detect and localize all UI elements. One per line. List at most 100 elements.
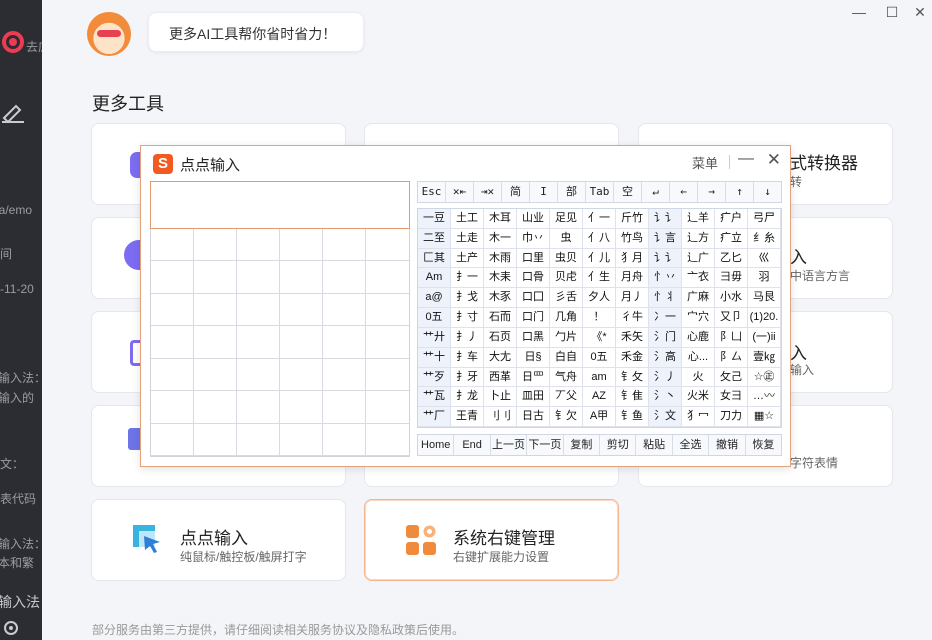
ai-promo-bubble[interactable]: 更多AI工具帮你省时省力！ (148, 12, 364, 52)
symbol-key[interactable]: 扌寸 (451, 308, 484, 328)
symbol-key[interactable]: (一)ii (748, 327, 781, 348)
symbol-key[interactable]: 虫 (550, 228, 583, 249)
symbol-key[interactable]: 钅欠 (550, 407, 583, 427)
symbol-key[interactable]: (1)20. (748, 308, 781, 328)
symbol-key[interactable]: 虫贝 (550, 248, 583, 269)
symbol-key[interactable]: 巾丷 (517, 228, 550, 249)
symbol-key[interactable]: 二至 (418, 228, 451, 249)
handwriting-grid[interactable] (150, 229, 410, 457)
composition-box[interactable] (150, 181, 410, 229)
symbol-key[interactable]: 氵门 (649, 327, 682, 348)
symbol-key[interactable]: 0五 (418, 308, 451, 328)
symbol-key[interactable]: 钅攵 (616, 367, 649, 388)
symbol-key[interactable]: 辶方 (682, 228, 715, 249)
symbol-key[interactable]: 斤竹 (616, 209, 649, 229)
symbol-key[interactable]: 忄丷 (649, 268, 682, 289)
symbol-key[interactable]: 阝厶 (715, 347, 748, 368)
symbol-key[interactable]: 彡舌 (550, 288, 583, 309)
function-key[interactable]: 部 (558, 182, 586, 202)
symbol-key[interactable]: 扌丿 (451, 327, 484, 348)
symbol-key[interactable]: 扌一 (451, 268, 484, 289)
symbol-key[interactable]: a@ (418, 288, 451, 309)
symbol-key[interactable]: 犭月 (616, 248, 649, 269)
app-logo-icon[interactable] (2, 31, 24, 53)
symbol-key[interactable]: 艹廾 (418, 327, 451, 348)
function-key[interactable]: → (698, 182, 726, 202)
function-key[interactable]: ← (670, 182, 698, 202)
symbol-key[interactable]: 丆父 (550, 387, 583, 408)
symbol-key[interactable]: 讠讠 (649, 209, 682, 229)
symbol-key[interactable]: 刀力 (715, 407, 748, 427)
symbol-key[interactable]: 钅隹 (616, 387, 649, 408)
tool-card-dot-input[interactable]: 点点输入 纯鼠标/触控板/触屏打字 (91, 499, 346, 581)
symbol-key[interactable]: 王青 (451, 407, 484, 427)
symbol-key[interactable]: 贝虍 (550, 268, 583, 289)
symbol-key[interactable]: 日§ (517, 347, 550, 368)
edit-command-button[interactable]: End (454, 435, 491, 455)
symbol-key[interactable]: 《* (583, 327, 616, 348)
symbol-key[interactable]: 木耳 (484, 209, 517, 229)
symbol-key[interactable]: 扌戈 (451, 288, 484, 309)
symbol-key[interactable]: 口黑 (517, 327, 550, 348)
symbol-key[interactable]: 又卩 (715, 308, 748, 328)
symbol-key[interactable]: 宀穴 (682, 308, 715, 328)
symbol-key[interactable]: 卜止 (484, 387, 517, 408)
function-key[interactable]: Tab (586, 182, 614, 202)
edit-command-button[interactable]: 上一页 (491, 435, 528, 455)
symbol-key[interactable]: 疒户 (715, 209, 748, 229)
symbol-key[interactable]: 土产 (451, 248, 484, 269)
symbol-key[interactable]: 亻儿 (583, 248, 616, 269)
symbol-key[interactable]: 一豆 (418, 209, 451, 229)
symbol-key[interactable]: 心鹿 (682, 327, 715, 348)
symbol-key[interactable]: 攵己 (715, 367, 748, 388)
symbol-key[interactable]: 日罒 (517, 367, 550, 388)
symbol-key[interactable]: 山业 (517, 209, 550, 229)
symbol-key[interactable]: Am (418, 268, 451, 289)
symbol-key[interactable]: 巛 (748, 248, 781, 269)
symbol-key[interactable]: 口门 (517, 308, 550, 328)
symbol-key[interactable]: 纟糸 (748, 228, 781, 249)
symbol-key[interactable]: 女彐 (715, 387, 748, 408)
minimize-button[interactable]: — (850, 4, 868, 20)
symbol-key[interactable]: 大尢 (484, 347, 517, 368)
symbol-key[interactable]: 辶羊 (682, 209, 715, 229)
function-key[interactable]: Esc (418, 182, 446, 202)
symbol-key[interactable]: 口囗 (517, 288, 550, 309)
close-button[interactable]: ✕ (911, 4, 929, 21)
symbol-key[interactable]: 0五 (583, 347, 616, 368)
edit-command-button[interactable]: 粘贴 (636, 435, 673, 455)
symbol-key[interactable]: 扌车 (451, 347, 484, 368)
symbol-key[interactable]: 犭冖 (682, 407, 715, 427)
symbol-key[interactable]: 讠讠 (649, 248, 682, 269)
symbol-key[interactable]: ☆㊣ (748, 367, 781, 388)
symbol-key[interactable]: 口里 (517, 248, 550, 269)
symbol-key[interactable]: 亠衣 (682, 268, 715, 289)
symbol-key[interactable]: …〰 (748, 387, 781, 408)
symbol-key[interactable]: 彐毋 (715, 268, 748, 289)
symbol-key[interactable]: 氵丿 (649, 367, 682, 388)
ime-close-button[interactable]: ✕ (767, 150, 781, 170)
symbol-key[interactable]: 石页 (484, 327, 517, 348)
function-key[interactable]: ✕⇤ (446, 182, 474, 202)
edit-command-button[interactable]: 复制 (564, 435, 601, 455)
symbol-key[interactable]: 木豕 (484, 288, 517, 309)
symbol-key[interactable]: 足见 (550, 209, 583, 229)
symbol-key[interactable]: 禾矢 (616, 327, 649, 348)
edit-command-button[interactable]: 剪切 (600, 435, 637, 455)
symbol-key[interactable]: 扌龙 (451, 387, 484, 408)
pen-icon[interactable] (0, 98, 26, 124)
symbol-key[interactable]: 气舟 (550, 367, 583, 388)
function-key[interactable]: I (530, 182, 558, 202)
symbol-key[interactable]: 月舟 (616, 268, 649, 289)
ime-menu-button[interactable]: 菜单 (692, 153, 718, 172)
function-key[interactable]: ⇥✕ (474, 182, 502, 202)
symbol-key[interactable]: 亻一 (583, 209, 616, 229)
symbol-key[interactable]: 木耒 (484, 268, 517, 289)
symbol-key[interactable]: 阝凵 (715, 327, 748, 348)
maximize-button[interactable]: ☐ (883, 4, 901, 21)
symbol-key[interactable]: 石而 (484, 308, 517, 328)
symbol-key[interactable]: ▦☆ (748, 407, 781, 427)
ime-minimize-button[interactable]: — (738, 150, 754, 168)
edit-command-button[interactable]: 下一页 (527, 435, 564, 455)
function-key[interactable]: ↵ (642, 182, 670, 202)
